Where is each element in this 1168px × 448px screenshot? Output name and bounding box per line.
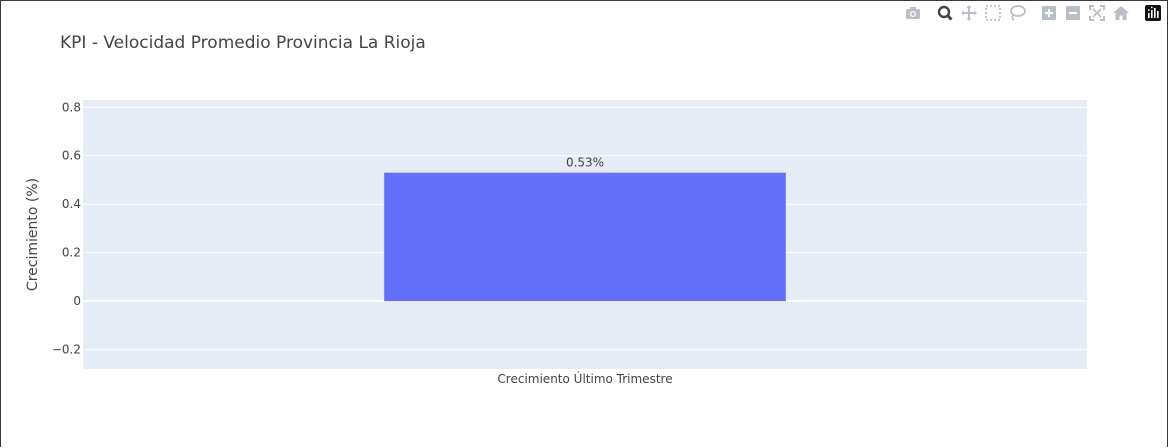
y-tick-label: 0.6 <box>62 149 81 163</box>
bars: 0.53% <box>384 156 786 302</box>
y-ticks: −0.2 0 0.2 0.4 0.6 0.8 <box>52 100 81 356</box>
y-tick-label: 0 <box>73 294 81 308</box>
y-tick-label: 0.8 <box>62 100 81 114</box>
x-ticks: Crecimiento Último Trimestre <box>497 371 672 386</box>
y-tick-label: 0.4 <box>62 197 81 211</box>
y-tick-label: −0.2 <box>52 343 81 357</box>
chart-frame: KPI - Velocidad Promedio Provincia La Ri… <box>0 0 1168 447</box>
bar-chart: 0.53% −0.2 0 0.2 0.4 0.6 0.8 Crecimiento Últi… <box>25 100 1087 386</box>
y-tick-label: 0.2 <box>62 246 81 260</box>
y-axis-label: Crecimiento (%) <box>25 178 41 291</box>
x-tick-label: Crecimiento Último Trimestre <box>497 371 672 386</box>
bar[interactable] <box>384 172 786 302</box>
bar-data-label: 0.53% <box>566 156 604 170</box>
